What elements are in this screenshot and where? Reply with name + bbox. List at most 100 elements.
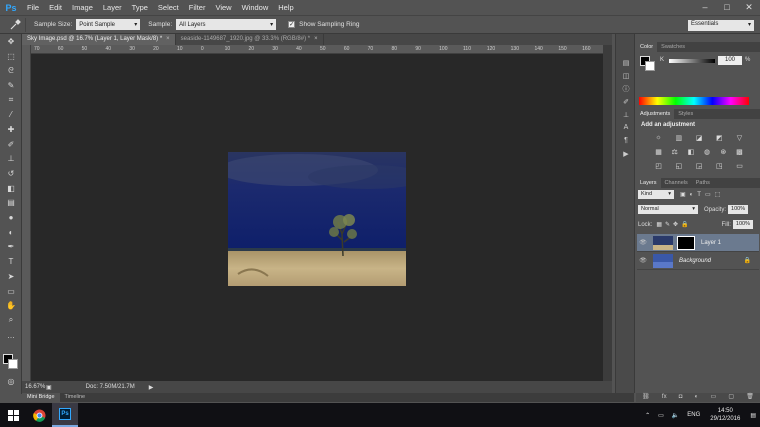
properties-panel-icon[interactable]: ◫ bbox=[616, 69, 636, 82]
brightness-contrast-icon[interactable]: ☼ bbox=[654, 133, 663, 142]
add-mask-icon[interactable]: ◘ bbox=[679, 393, 683, 402]
marquee-tool-icon[interactable]: ⬚ bbox=[0, 49, 22, 64]
threshold-icon[interactable]: ◲ bbox=[695, 161, 704, 170]
channel-mixer-icon[interactable]: ⊛ bbox=[719, 147, 728, 156]
status-menu-arrow-icon[interactable]: ▶ bbox=[149, 384, 154, 391]
info-panel-icon[interactable]: ⓘ bbox=[616, 82, 636, 95]
menu-type[interactable]: Type bbox=[127, 0, 153, 15]
lock-icons[interactable]: ▦✎✥🔒 bbox=[656, 221, 691, 228]
opacity-field[interactable]: 100% bbox=[728, 205, 749, 214]
gradient-map-icon[interactable]: ▭ bbox=[735, 161, 744, 170]
blur-tool-icon[interactable]: ● bbox=[0, 210, 22, 225]
kind-filter-select[interactable]: Kind ▾ bbox=[638, 190, 674, 199]
fill-field[interactable]: 100% bbox=[732, 220, 753, 229]
windows-start-icon[interactable] bbox=[0, 403, 26, 427]
eye-icon[interactable]: 👁 bbox=[637, 239, 649, 246]
new-group-icon[interactable]: ▭ bbox=[710, 393, 716, 402]
photo-filter-icon[interactable]: ◍ bbox=[703, 147, 712, 156]
actions-panel-icon[interactable]: ▶ bbox=[616, 147, 636, 160]
sample-size-select[interactable]: Point Sample ▾ bbox=[76, 19, 141, 30]
dodge-tool-icon[interactable]: ◐ bbox=[0, 225, 22, 240]
history-brush-tool-icon[interactable]: ↺ bbox=[0, 166, 22, 181]
tab-sky-image[interactable]: Sky Image.psd @ 16.7% (Layer 1, Layer Ma… bbox=[22, 34, 176, 45]
brush-tool-icon[interactable]: ✐ bbox=[0, 137, 22, 152]
menu-window[interactable]: Window bbox=[237, 0, 274, 15]
vertical-scrollbar[interactable] bbox=[603, 45, 612, 381]
new-layer-icon[interactable]: ▢ bbox=[728, 393, 734, 402]
tab-swatches[interactable]: Swatches bbox=[657, 42, 689, 52]
tab-seaside[interactable]: seaside-1149687_1920.jpg @ 33.3% (RGB/8#… bbox=[176, 34, 324, 45]
quick-select-tool-icon[interactable]: ✎ bbox=[0, 78, 22, 93]
quick-mask-icon[interactable]: ◎ bbox=[0, 374, 22, 389]
new-adjustment-icon[interactable]: ◐ bbox=[695, 393, 699, 402]
volume-icon[interactable]: 🔈 bbox=[672, 412, 679, 419]
color-spectrum[interactable] bbox=[639, 97, 749, 105]
minimize-button[interactable]: – bbox=[694, 0, 716, 15]
layer-mask-thumbnail[interactable] bbox=[677, 235, 695, 250]
close-button[interactable]: ✕ bbox=[738, 0, 760, 15]
eraser-tool-icon[interactable]: ◧ bbox=[0, 181, 22, 196]
gradient-tool-icon[interactable]: ▤ bbox=[0, 196, 22, 211]
menu-image[interactable]: Image bbox=[67, 0, 98, 15]
show-hidden-icons-icon[interactable]: ⌃ bbox=[645, 412, 650, 419]
menu-help[interactable]: Help bbox=[273, 0, 298, 15]
tab-layers[interactable]: Layers bbox=[636, 178, 661, 188]
hue-saturation-icon[interactable]: ▦ bbox=[654, 147, 663, 156]
black-white-icon[interactable]: ◧ bbox=[686, 147, 695, 156]
character-panel-icon[interactable]: A bbox=[616, 121, 636, 134]
maximize-button[interactable]: □ bbox=[716, 0, 738, 15]
fx-icon[interactable]: fx bbox=[662, 393, 667, 402]
blend-mode-select[interactable]: Normal ▾ bbox=[638, 205, 698, 214]
paragraph-panel-icon[interactable]: ¶ bbox=[616, 134, 636, 147]
close-icon[interactable]: × bbox=[166, 36, 170, 42]
color-swatches[interactable] bbox=[3, 354, 19, 370]
menu-view[interactable]: View bbox=[210, 0, 236, 15]
curves-icon[interactable]: ◪ bbox=[695, 133, 704, 142]
more-tools-icon[interactable]: … bbox=[0, 328, 22, 343]
healing-brush-tool-icon[interactable]: ✚ bbox=[0, 122, 22, 137]
tab-timeline[interactable]: Timeline bbox=[60, 393, 91, 402]
brush-panel-icon[interactable]: ✐ bbox=[616, 95, 636, 108]
exposure-icon[interactable]: ◩ bbox=[715, 133, 724, 142]
pen-tool-icon[interactable]: ✒ bbox=[0, 240, 22, 255]
crop-tool-icon[interactable]: ⌗ bbox=[0, 93, 22, 108]
layer-row-layer-1[interactable]: 👁 Layer 1 bbox=[637, 234, 759, 252]
posterize-icon[interactable]: ◱ bbox=[674, 161, 683, 170]
chrome-icon[interactable] bbox=[26, 403, 52, 427]
eye-icon[interactable]: 👁 bbox=[637, 257, 649, 264]
language-indicator[interactable]: ENG bbox=[687, 412, 700, 418]
menu-layer[interactable]: Layer bbox=[98, 0, 127, 15]
background-color-chip[interactable] bbox=[645, 61, 655, 71]
shape-tool-icon[interactable]: ▭ bbox=[0, 284, 22, 299]
path-selection-tool-icon[interactable]: ➤ bbox=[0, 269, 22, 284]
history-panel-icon[interactable]: ▤ bbox=[616, 56, 636, 69]
clock[interactable]: 14:50 29/12/2016 bbox=[710, 407, 740, 423]
hand-tool-icon[interactable]: ✋ bbox=[0, 298, 22, 313]
selective-color-icon[interactable]: ◳ bbox=[715, 161, 724, 170]
photoshop-taskbar-icon[interactable]: Ps bbox=[52, 403, 78, 427]
move-tool-icon[interactable]: ✥ bbox=[0, 34, 22, 49]
delete-layer-icon[interactable]: 🗑 bbox=[746, 393, 754, 402]
eyedropper-preset-icon[interactable] bbox=[4, 17, 26, 32]
menu-file[interactable]: File bbox=[22, 0, 44, 15]
clone-stamp-tool-icon[interactable]: ⊥ bbox=[0, 152, 22, 167]
color-lookup-icon[interactable]: ▩ bbox=[735, 147, 744, 156]
workspace-select[interactable]: Essentials ▾ bbox=[688, 20, 754, 31]
menu-select[interactable]: Select bbox=[153, 0, 184, 15]
layer-filter-icons[interactable]: ▣◐T▭⬚ bbox=[680, 191, 724, 198]
color-balance-icon[interactable]: ⚖ bbox=[670, 147, 679, 156]
link-layers-icon[interactable]: ⛓ bbox=[642, 393, 650, 402]
tab-adjustments[interactable]: Adjustments bbox=[636, 109, 675, 119]
vibrance-icon[interactable]: ▽ bbox=[735, 133, 744, 142]
tab-mini-bridge[interactable]: Mini Bridge bbox=[22, 393, 60, 402]
tab-color[interactable]: Color bbox=[636, 42, 658, 52]
k-value-field[interactable]: 100 bbox=[718, 56, 742, 65]
close-icon[interactable]: × bbox=[314, 36, 318, 42]
tab-styles[interactable]: Styles bbox=[674, 109, 697, 119]
horizontal-ruler[interactable]: 70 60 50 40 30 20 10 0 10 20 30 40 50 60 70 80 90 100 110 1… bbox=[31, 45, 603, 54]
notifications-icon[interactable]: ▤ bbox=[750, 412, 756, 419]
clone-source-panel-icon[interactable]: ⊥ bbox=[616, 108, 636, 121]
sample-select[interactable]: All Layers ▾ bbox=[176, 19, 277, 30]
document-image[interactable] bbox=[228, 152, 406, 286]
vertical-ruler[interactable] bbox=[22, 45, 31, 381]
